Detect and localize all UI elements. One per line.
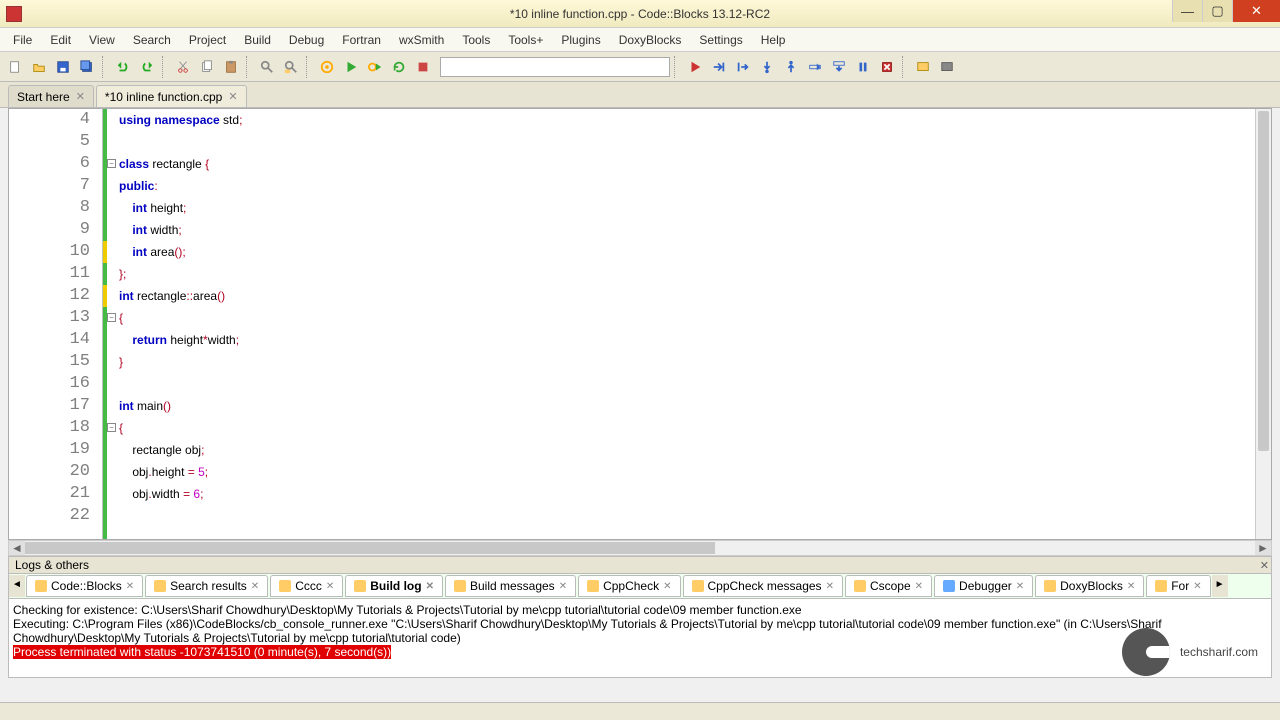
code-area[interactable]: using namespace std;class rectangle {pub… — [119, 109, 1255, 539]
menubar: FileEditViewSearchProjectBuildDebugFortr… — [0, 28, 1280, 52]
document-tab[interactable]: Start here✕ — [8, 85, 94, 107]
paste-icon[interactable] — [220, 56, 242, 78]
menu-file[interactable]: File — [4, 30, 41, 50]
menu-debug[interactable]: Debug — [280, 30, 333, 50]
scroll-tabs-left-icon[interactable]: ◄ — [9, 575, 25, 597]
close-tab-icon[interactable]: ✕ — [228, 90, 237, 103]
titlebar: *10 inline function.cpp - Code::Blocks 1… — [0, 0, 1280, 28]
log-tab[interactable]: CppCheck✕ — [578, 575, 680, 597]
step-out-icon[interactable] — [780, 56, 802, 78]
stop-debug-icon[interactable] — [876, 56, 898, 78]
next-instr-icon[interactable] — [804, 56, 826, 78]
menu-plugins[interactable]: Plugins — [552, 30, 609, 50]
run-to-cursor-icon[interactable] — [708, 56, 730, 78]
menu-tools+[interactable]: Tools+ — [499, 30, 552, 50]
run-icon[interactable] — [340, 56, 362, 78]
abort-icon[interactable] — [412, 56, 434, 78]
save-icon[interactable] — [52, 56, 74, 78]
step-into-icon[interactable] — [756, 56, 778, 78]
log-tab[interactable]: DoxyBlocks✕ — [1035, 575, 1144, 597]
log-tab[interactable]: Build messages✕ — [445, 575, 576, 597]
logs-header: Logs & others ✕ — [8, 556, 1272, 574]
build-icon[interactable] — [316, 56, 338, 78]
log-tab[interactable]: Build log✕ — [345, 575, 443, 597]
minimize-button[interactable]: — — [1172, 0, 1202, 22]
menu-project[interactable]: Project — [180, 30, 235, 50]
document-tab[interactable]: *10 inline function.cpp✕ — [96, 85, 247, 107]
undo-icon[interactable] — [112, 56, 134, 78]
menu-wxsmith[interactable]: wxSmith — [390, 30, 453, 50]
step-into-instr-icon[interactable] — [828, 56, 850, 78]
close-tab-icon[interactable]: ✕ — [76, 90, 85, 103]
open-file-icon[interactable] — [28, 56, 50, 78]
app-icon — [6, 6, 22, 22]
find-icon[interactable] — [256, 56, 278, 78]
menu-settings[interactable]: Settings — [690, 30, 751, 50]
info-icon[interactable] — [936, 56, 958, 78]
document-tabbar: Start here✕*10 inline function.cpp✕ — [0, 82, 1280, 108]
horizontal-scrollbar[interactable]: ◄► — [8, 540, 1272, 556]
watermark-logo-icon — [1122, 628, 1170, 676]
redo-icon[interactable] — [136, 56, 158, 78]
log-tab[interactable]: Code::Blocks✕ — [26, 575, 143, 597]
menu-fortran[interactable]: Fortran — [333, 30, 390, 50]
log-tab[interactable]: Search results✕ — [145, 575, 268, 597]
cut-icon[interactable] — [172, 56, 194, 78]
window-title: *10 inline function.cpp - Code::Blocks 1… — [510, 7, 770, 21]
build-run-icon[interactable] — [364, 56, 386, 78]
log-tab[interactable]: Cccc✕ — [270, 575, 343, 597]
new-file-icon[interactable] — [4, 56, 26, 78]
log-tab[interactable]: Cscope✕ — [845, 575, 932, 597]
build-log-output[interactable]: Checking for existence: C:\Users\Sharif … — [8, 598, 1272, 678]
maximize-button[interactable]: ▢ — [1202, 0, 1232, 22]
line-gutter: 45678910111213141516171819202122 — [9, 109, 103, 539]
statusbar — [0, 702, 1280, 720]
menu-help[interactable]: Help — [752, 30, 795, 50]
target-combo[interactable] — [440, 57, 670, 77]
menu-edit[interactable]: Edit — [41, 30, 80, 50]
logs-tabbar: ◄ Code::Blocks✕Search results✕Cccc✕Build… — [8, 574, 1272, 598]
menu-doxyblocks[interactable]: DoxyBlocks — [610, 30, 691, 50]
log-tab[interactable]: CppCheck messages✕ — [683, 575, 843, 597]
debug-run-icon[interactable] — [684, 56, 706, 78]
toolbar — [0, 52, 1280, 82]
copy-icon[interactable] — [196, 56, 218, 78]
replace-icon[interactable] — [280, 56, 302, 78]
vertical-scrollbar[interactable] — [1255, 109, 1271, 539]
close-button[interactable]: ✕ — [1232, 0, 1280, 22]
debug-windows-icon[interactable] — [912, 56, 934, 78]
scroll-tabs-right-icon[interactable]: ► — [1212, 575, 1228, 597]
close-logs-icon[interactable]: ✕ — [1260, 559, 1269, 572]
break-icon[interactable] — [852, 56, 874, 78]
code-editor[interactable]: 45678910111213141516171819202122 −−− usi… — [8, 108, 1272, 540]
log-tab[interactable]: For✕ — [1146, 575, 1210, 597]
save-all-icon[interactable] — [76, 56, 98, 78]
menu-build[interactable]: Build — [235, 30, 280, 50]
rebuild-icon[interactable] — [388, 56, 410, 78]
next-line-icon[interactable] — [732, 56, 754, 78]
fold-margin[interactable]: −−− — [103, 109, 119, 539]
menu-view[interactable]: View — [80, 30, 124, 50]
log-tab[interactable]: Debugger✕ — [934, 575, 1033, 597]
menu-search[interactable]: Search — [124, 30, 180, 50]
watermark: techsharif.com — [1122, 628, 1258, 676]
menu-tools[interactable]: Tools — [453, 30, 499, 50]
